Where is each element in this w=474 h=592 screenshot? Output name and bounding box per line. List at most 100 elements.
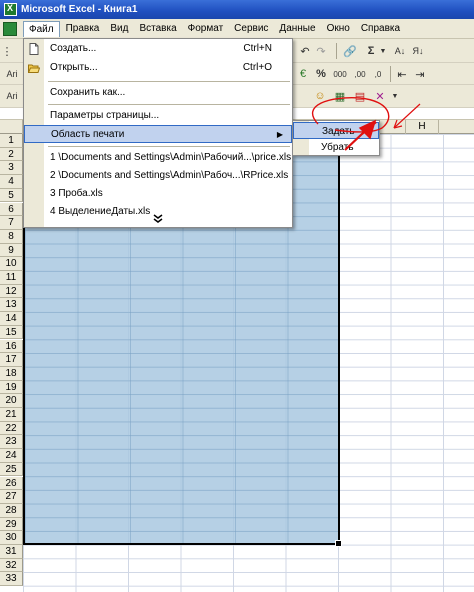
double-chevron-down-icon[interactable] bbox=[24, 214, 292, 227]
row-header[interactable]: 15 bbox=[0, 325, 23, 340]
row-header[interactable]: 16 bbox=[0, 339, 23, 354]
smiley-icon[interactable]: ☺ bbox=[312, 87, 328, 105]
row-header[interactable]: 4 bbox=[0, 175, 23, 189]
row-header[interactable]: 30 bbox=[0, 531, 23, 545]
autosum-button[interactable]: Σ bbox=[364, 42, 378, 60]
row-header[interactable]: 19 bbox=[0, 380, 23, 395]
row-header[interactable]: 29 bbox=[0, 517, 23, 532]
chart-icon[interactable]: ▤ bbox=[352, 87, 368, 105]
row-header[interactable]: 20 bbox=[0, 394, 23, 408]
row-header[interactable]: 10 bbox=[0, 257, 23, 271]
decrease-indent-icon[interactable]: ⇤ bbox=[394, 65, 410, 83]
row-header[interactable]: 9 bbox=[0, 243, 23, 258]
row-header[interactable]: 2 bbox=[0, 147, 23, 162]
sheet-icon[interactable]: ▦ bbox=[332, 87, 348, 105]
row-header[interactable]: 13 bbox=[0, 298, 23, 313]
comma-style-button[interactable]: 000 bbox=[331, 65, 349, 83]
row-header[interactable]: 3 bbox=[0, 161, 23, 176]
menu-item-recent-2[interactable]: 2 \Documents and Settings\Admin\Рабоч...… bbox=[24, 167, 292, 185]
row-header[interactable]: 31 bbox=[0, 545, 23, 559]
menu-item-recent-3-label: 3 Проба.xls bbox=[50, 188, 103, 199]
menu-item-open-shortcut: Ctrl+O bbox=[242, 62, 272, 73]
menu-item-recent-3[interactable]: 3 Проба.xls bbox=[24, 185, 292, 203]
sort-descending-icon[interactable]: Я↓ bbox=[410, 42, 426, 60]
font-name-box-2[interactable]: Ari bbox=[2, 87, 22, 105]
row-header[interactable]: 5 bbox=[0, 188, 23, 203]
menu-item-page-setup[interactable]: Параметры страницы... bbox=[24, 107, 292, 125]
menu-item-print-area-label: Область печати bbox=[51, 129, 125, 140]
sort-ascending-icon[interactable]: A↓ bbox=[392, 42, 408, 60]
menu-separator bbox=[48, 146, 290, 147]
row-header[interactable]: 7 bbox=[0, 216, 23, 230]
menu-window[interactable]: Окно bbox=[322, 21, 355, 36]
submenu-item-set-label: Задать bbox=[322, 126, 355, 137]
row-header[interactable]: 17 bbox=[0, 353, 23, 367]
menu-item-recent-1-label: 1 \Documents and Settings\Admin\Рабочий.… bbox=[50, 152, 292, 163]
row-header[interactable]: 23 bbox=[0, 435, 23, 450]
menu-item-new-label: Создать... bbox=[50, 43, 97, 54]
menu-view[interactable]: Вид bbox=[105, 21, 133, 36]
percent-style-button[interactable]: % bbox=[314, 65, 328, 83]
row-header[interactable]: 8 bbox=[0, 229, 23, 244]
row-header[interactable]: 25 bbox=[0, 462, 23, 477]
print-area-submenu: Задать Убрать bbox=[292, 120, 380, 156]
file-menu-dropdown: Создать... Ctrl+N Открыть... Ctrl+O Сохр… bbox=[23, 38, 293, 228]
menu-item-recent-2-label: 2 \Documents and Settings\Admin\Рабоч...… bbox=[50, 170, 289, 181]
title-bar: Microsoft Excel - Книга1 bbox=[0, 0, 474, 19]
row-header[interactable]: 12 bbox=[0, 284, 23, 299]
menu-item-open-label: Открыть... bbox=[50, 62, 98, 73]
row-header[interactable]: 28 bbox=[0, 503, 23, 518]
submenu-item-clear[interactable]: Убрать bbox=[293, 139, 379, 156]
menu-item-open[interactable]: Открыть... Ctrl+O bbox=[24, 59, 292, 77]
row-header[interactable]: 14 bbox=[0, 312, 23, 326]
menu-item-page-setup-label: Параметры страницы... bbox=[50, 110, 160, 121]
row-header[interactable]: 18 bbox=[0, 366, 23, 381]
submenu-item-set[interactable]: Задать bbox=[293, 122, 379, 139]
submenu-arrow-icon: ▶ bbox=[276, 130, 283, 139]
row-header[interactable]: 21 bbox=[0, 408, 23, 422]
currency-icon[interactable]: € bbox=[296, 65, 310, 83]
redo-icon[interactable]: ↷ bbox=[314, 42, 328, 60]
row-header[interactable]: 32 bbox=[0, 558, 23, 573]
menu-help[interactable]: Справка bbox=[356, 21, 405, 36]
row-header[interactable]: 33 bbox=[0, 572, 23, 587]
close-box-icon[interactable]: ✕ bbox=[372, 87, 388, 105]
submenu-item-clear-label: Убрать bbox=[321, 142, 354, 153]
column-header-h[interactable]: H bbox=[405, 120, 439, 134]
menu-insert[interactable]: Вставка bbox=[134, 21, 181, 36]
autosum-dropdown-icon[interactable]: ▼ bbox=[379, 42, 387, 60]
menu-file[interactable]: Файл bbox=[23, 20, 60, 37]
menu-tools[interactable]: Сервис bbox=[229, 21, 273, 36]
menu-edit[interactable]: Правка bbox=[61, 21, 105, 36]
menu-bar: Файл Правка Вид Вставка Формат Сервис Да… bbox=[0, 19, 474, 39]
row-header[interactable]: 6 bbox=[0, 202, 23, 217]
row-header[interactable]: 26 bbox=[0, 476, 23, 491]
menu-separator bbox=[48, 104, 290, 105]
menu-item-recent-1[interactable]: 1 \Documents and Settings\Admin\Рабочий.… bbox=[24, 149, 292, 167]
row-header[interactable]: 22 bbox=[0, 421, 23, 436]
increase-indent-icon[interactable]: ⇥ bbox=[412, 65, 428, 83]
decrease-decimal-icon[interactable]: ,0 bbox=[370, 65, 386, 83]
font-name-box[interactable]: Ari bbox=[2, 65, 22, 83]
open-folder-icon bbox=[28, 64, 40, 73]
menu-item-print-area[interactable]: Область печати ▶ bbox=[24, 125, 292, 143]
workbook-icon[interactable] bbox=[3, 21, 17, 36]
menu-format[interactable]: Формат bbox=[183, 21, 229, 36]
toolbar-options-icon[interactable]: ▼ bbox=[390, 87, 400, 105]
row-header[interactable]: 11 bbox=[0, 271, 23, 285]
excel-app-icon bbox=[4, 3, 17, 16]
undo-icon[interactable]: ↶ bbox=[298, 42, 312, 60]
expand-menu-icon bbox=[153, 214, 163, 223]
menu-item-new[interactable]: Создать... Ctrl+N bbox=[24, 40, 292, 58]
select-all-corner[interactable] bbox=[0, 120, 23, 134]
row-header[interactable]: 27 bbox=[0, 490, 23, 504]
menu-item-save-as[interactable]: Сохранить как... bbox=[24, 84, 292, 102]
row-header[interactable]: 24 bbox=[0, 449, 23, 463]
hyperlink-icon[interactable]: 🔗 bbox=[342, 42, 358, 60]
menu-data[interactable]: Данные bbox=[274, 21, 320, 36]
menu-item-save-as-label: Сохранить как... bbox=[50, 87, 126, 98]
toolbar-grip-icon: ⋮ bbox=[1, 45, 13, 58]
new-document-icon bbox=[29, 43, 39, 55]
increase-decimal-icon[interactable]: ,00 bbox=[352, 65, 368, 83]
row-header[interactable]: 1 bbox=[0, 134, 23, 148]
